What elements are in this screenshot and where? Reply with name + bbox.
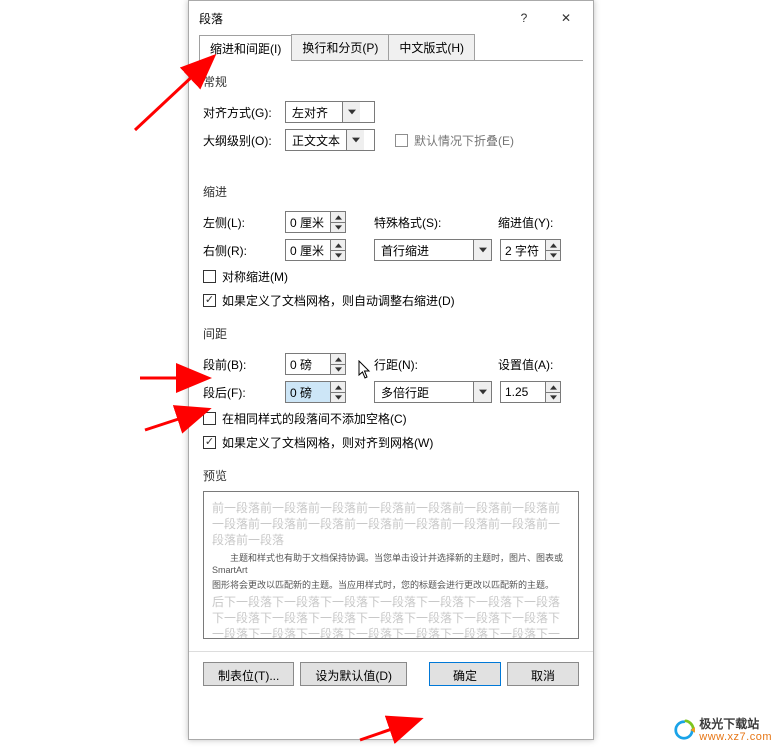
tab-asian-typography[interactable]: 中文版式(H)	[388, 34, 475, 60]
chevron-down-icon[interactable]	[331, 392, 345, 402]
chevron-up-icon[interactable]	[331, 212, 345, 222]
outline-level-select[interactable]: 正文文本	[285, 129, 375, 151]
special-label: 特殊格式(S):	[374, 214, 458, 231]
chevron-up-icon[interactable]	[546, 240, 560, 250]
window-title: 段落	[199, 10, 503, 27]
paragraph-dialog: 段落 ? ✕ 缩进和间距(I) 换行和分页(P) 中文版式(H) 常规 对齐方式…	[188, 0, 594, 740]
indent-left-input[interactable]	[286, 212, 330, 232]
mirror-indent-label: 对称缩进(M)	[222, 268, 288, 285]
by-label: 缩进值(Y):	[498, 214, 564, 231]
linespacing-combo[interactable]: 多倍行距	[374, 381, 492, 403]
no-space-same-style-checkbox[interactable]	[203, 412, 216, 425]
chevron-down-icon	[342, 102, 360, 122]
mirror-indent-checkbox[interactable]	[203, 270, 216, 283]
close-icon: ✕	[561, 11, 571, 25]
watermark-logo-icon	[673, 719, 695, 741]
indent-left-spinner[interactable]	[285, 211, 346, 233]
section-general: 常规 对齐方式(G): 左对齐 大纲级别(O): 正文文本 默认情况下折叠(E)	[203, 69, 579, 155]
preview-mid1: 主题和样式也有助于文档保持协调。当您单击设计并选择新的主题时，图片、图表或 Sm…	[212, 552, 570, 576]
by-spinner[interactable]	[500, 239, 561, 261]
collapse-checkbox	[395, 134, 408, 147]
chevron-up-icon[interactable]	[546, 382, 560, 392]
tabs-button[interactable]: 制表位(T)...	[203, 662, 294, 686]
chevron-down-icon[interactable]	[546, 250, 560, 260]
help-icon: ?	[521, 11, 528, 25]
tab-indent-spacing[interactable]: 缩进和间距(I)	[199, 35, 292, 61]
space-before-input[interactable]	[286, 354, 330, 374]
dialog-body: 常规 对齐方式(G): 左对齐 大纲级别(O): 正文文本 默认情况下折叠(E)	[189, 61, 593, 651]
chevron-up-icon[interactable]	[331, 382, 345, 392]
chevron-down-icon	[473, 240, 491, 260]
at-label: 设置值(A):	[498, 356, 564, 373]
at-input[interactable]	[501, 382, 545, 402]
chevron-down-icon	[473, 382, 491, 402]
watermark-name: 极光下载站	[699, 718, 772, 731]
indent-left-label: 左侧(L):	[203, 214, 285, 231]
indent-right-input[interactable]	[286, 240, 330, 260]
space-after-input[interactable]	[286, 382, 330, 402]
section-indent: 缩进 左侧(L): 特殊格式(S): 缩进值(Y): 右侧(R):	[203, 179, 579, 313]
auto-adjust-label: 如果定义了文档网格，则自动调整右缩进(D)	[222, 292, 455, 309]
chevron-up-icon[interactable]	[331, 354, 345, 364]
section-spacing-legend: 间距	[203, 321, 579, 349]
chevron-down-icon[interactable]	[331, 222, 345, 232]
preview-mid2: 图形将会更改以匹配新的主题。当应用样式时，您的标题会进行更改以匹配新的主题。	[212, 579, 570, 591]
chevron-down-icon[interactable]	[331, 250, 345, 260]
space-after-label: 段后(F):	[203, 384, 285, 401]
auto-adjust-checkbox[interactable]	[203, 294, 216, 307]
preview-after: 后下一段落下一段落下一段落下一段落下一段落下一段落下一段落下一段落下一段落下一段…	[212, 594, 570, 639]
outline-level-label: 大纲级别(O):	[203, 132, 285, 149]
special-combo[interactable]: 首行缩进	[374, 239, 492, 261]
cancel-button[interactable]: 取消	[507, 662, 579, 686]
titlebar: 段落 ? ✕	[189, 1, 593, 35]
collapse-label: 默认情况下折叠(E)	[414, 132, 514, 149]
space-after-spinner[interactable]	[285, 381, 346, 403]
alignment-select[interactable]: 左对齐	[285, 101, 375, 123]
linespacing-label: 行距(N):	[374, 356, 458, 373]
space-before-spinner[interactable]	[285, 353, 346, 375]
section-general-legend: 常规	[203, 69, 579, 97]
ok-button[interactable]: 确定	[429, 662, 501, 686]
chevron-down-icon	[346, 130, 364, 150]
snap-grid-label: 如果定义了文档网格，则对齐到网格(W)	[222, 434, 433, 451]
no-space-same-style-label: 在相同样式的段落间不添加空格(C)	[222, 410, 407, 427]
preview-box: 前一段落前一段落前一段落前一段落前一段落前一段落前一段落前一段落前一段落前一段落…	[203, 491, 579, 639]
section-preview: 预览 前一段落前一段落前一段落前一段落前一段落前一段落前一段落前一段落前一段落前…	[203, 463, 579, 639]
alignment-label: 对齐方式(G):	[203, 104, 285, 121]
watermark-url: www.xz7.com	[699, 731, 772, 743]
snap-grid-checkbox[interactable]	[203, 436, 216, 449]
chevron-up-icon[interactable]	[331, 240, 345, 250]
tabbar: 缩进和间距(I) 换行和分页(P) 中文版式(H)	[199, 35, 583, 61]
dialog-footer: 制表位(T)... 设为默认值(D) 确定 取消	[189, 651, 593, 695]
close-button[interactable]: ✕	[545, 3, 587, 33]
section-indent-legend: 缩进	[203, 179, 579, 207]
cursor-icon	[358, 360, 372, 380]
indent-right-spinner[interactable]	[285, 239, 346, 261]
space-before-label: 段前(B):	[203, 356, 285, 373]
by-input[interactable]	[501, 240, 545, 260]
indent-right-label: 右侧(R):	[203, 242, 285, 259]
chevron-down-icon[interactable]	[546, 392, 560, 402]
section-preview-legend: 预览	[203, 463, 579, 491]
watermark: 极光下载站 www.xz7.com	[673, 718, 772, 743]
help-button[interactable]: ?	[503, 3, 545, 33]
tab-line-page-breaks[interactable]: 换行和分页(P)	[291, 34, 389, 60]
preview-before: 前一段落前一段落前一段落前一段落前一段落前一段落前一段落前一段落前一段落前一段落…	[212, 500, 570, 549]
at-spinner[interactable]	[500, 381, 561, 403]
section-spacing: 间距 段前(B): 行距(N): 设置值(A): 段后(F):	[203, 321, 579, 455]
set-default-button[interactable]: 设为默认值(D)	[300, 662, 407, 686]
chevron-down-icon[interactable]	[331, 364, 345, 374]
